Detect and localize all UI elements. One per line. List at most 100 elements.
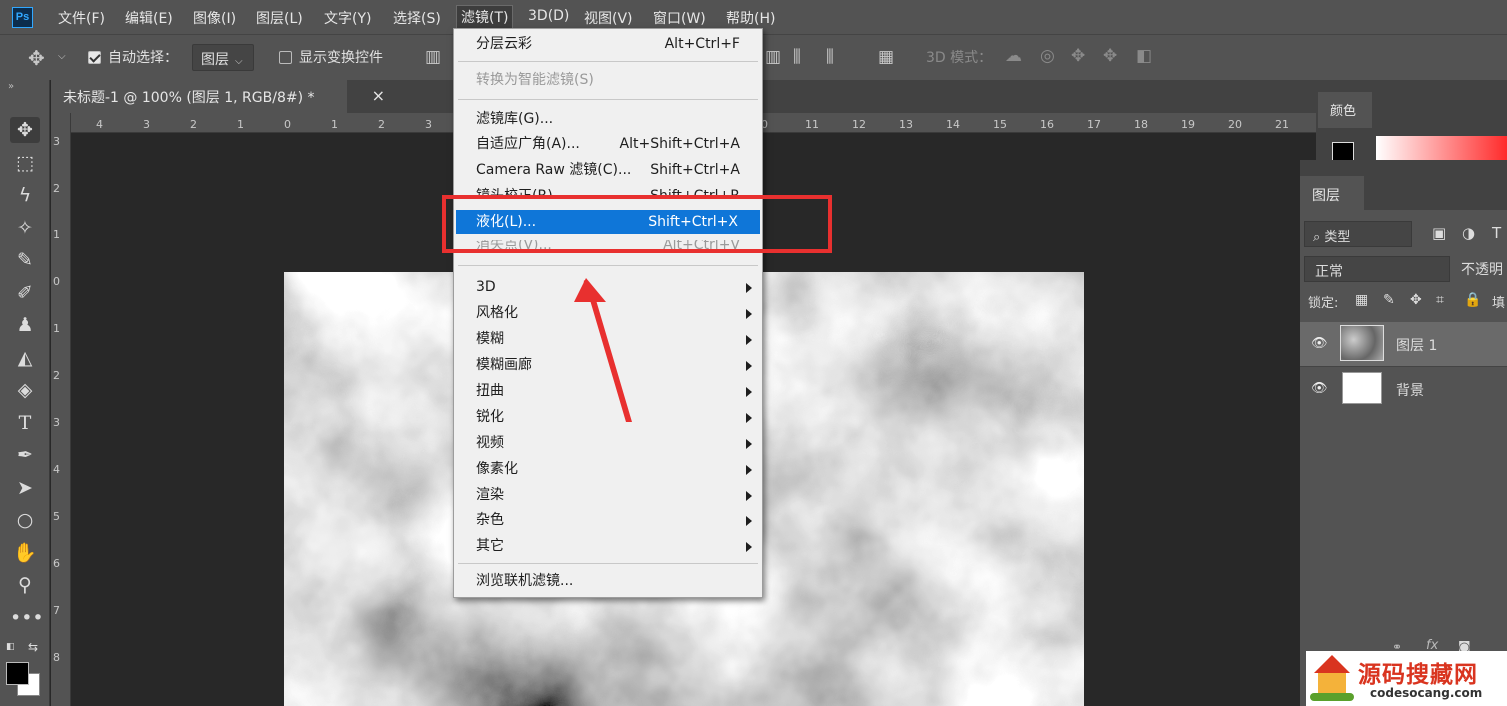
menu-file[interactable]: 文件(F) xyxy=(58,8,105,28)
eraser-tool-icon[interactable]: ◭ xyxy=(10,345,40,371)
watermark-url: codesocang.com xyxy=(1370,686,1483,700)
menu-item-browse-filters-online[interactable]: 浏览联机滤镜... xyxy=(454,569,762,593)
foreground-color-swatch[interactable] xyxy=(6,662,29,685)
eye-icon[interactable]: 👁 xyxy=(1311,381,1328,396)
menu-select[interactable]: 选择(S) xyxy=(393,8,441,28)
layer-thumbnail xyxy=(1340,325,1384,361)
auto-align-icon[interactable]: ▦ xyxy=(878,49,894,66)
menu-type[interactable]: 文字(Y) xyxy=(324,8,371,28)
layer-row-background[interactable]: 👁 背景 xyxy=(1300,366,1507,410)
eyedropper-tool-icon[interactable]: ✎ xyxy=(10,247,40,273)
menu-help[interactable]: 帮助(H) xyxy=(726,8,775,28)
menu-item-label: 像素化 xyxy=(476,461,518,477)
show-transform-checkbox[interactable] xyxy=(279,51,292,64)
distribute-bottom-icon[interactable]: ⫼ xyxy=(826,49,834,66)
menu-item-filter-gallery[interactable]: 滤镜库(G)... xyxy=(454,107,762,131)
type-tool-icon[interactable]: T xyxy=(10,410,40,436)
lock-position-icon[interactable]: ✥ xyxy=(1410,292,1422,308)
menu-filter[interactable]: 滤镜(T) xyxy=(456,5,514,29)
lock-artboard-icon[interactable]: ⌗ xyxy=(1436,292,1444,308)
menu-item-label: Camera Raw 滤镜(C)... xyxy=(476,162,632,178)
marquee-tool-icon[interactable]: ⬚ xyxy=(10,150,40,176)
lock-transparent-icon[interactable]: ▦ xyxy=(1355,292,1368,308)
menu-item-shortcut: Shift+Ctrl+A xyxy=(650,162,740,178)
layers-tab[interactable]: 图层 xyxy=(1300,176,1364,210)
menu-window[interactable]: 窗口(W) xyxy=(653,8,706,28)
auto-select-dropdown[interactable]: 图层 ⌵ xyxy=(192,44,254,71)
menu-item-label: 转换为智能滤镜(S) xyxy=(476,72,594,88)
menu-item-render[interactable]: 渲染 xyxy=(454,483,762,507)
default-colors-icon[interactable]: ◧ xyxy=(6,642,16,652)
document-tab[interactable]: 未标题-1 @ 100% (图层 1, RGB/8#) * × xyxy=(51,80,385,113)
menu-3d[interactable]: 3D(D) xyxy=(528,8,569,24)
layer-filter-dropdown[interactable]: ⌕ 类型 xyxy=(1304,221,1412,247)
type-filter-icon[interactable]: T xyxy=(1492,224,1501,242)
ruler-tick: 0 xyxy=(53,275,60,288)
auto-select-checkbox[interactable] xyxy=(88,51,101,64)
3d-roll-icon[interactable]: ◎ xyxy=(1040,48,1055,65)
pen-tool-icon[interactable]: ✒ xyxy=(10,442,40,468)
ruler-tick: 3 xyxy=(143,118,150,131)
eye-icon[interactable]: 👁 xyxy=(1311,336,1328,351)
image-filter-icon[interactable]: ▣ xyxy=(1432,224,1446,242)
ruler-tick: 3 xyxy=(53,135,60,148)
document-title: 未标题-1 @ 100% (图层 1, RGB/8#) * xyxy=(63,90,315,106)
ruler-tick: 19 xyxy=(1181,118,1195,131)
menu-item-label: 滤镜库(G)... xyxy=(476,111,554,127)
path-select-tool-icon[interactable]: ➤ xyxy=(10,475,40,501)
menu-item-camera-raw[interactable]: Camera Raw 滤镜(C)... Shift+Ctrl+A xyxy=(454,158,762,182)
adjustment-filter-icon[interactable]: ◑ xyxy=(1462,224,1475,242)
color-tab[interactable]: 颜色 xyxy=(1318,92,1372,128)
menu-layer[interactable]: 图层(L) xyxy=(256,8,303,28)
blend-mode-dropdown[interactable]: 正常 xyxy=(1304,256,1450,282)
3d-pan-icon[interactable]: ✥ xyxy=(1071,48,1085,65)
more-tools-icon[interactable]: ••• xyxy=(10,605,44,631)
3d-scale-icon[interactable]: ◧ xyxy=(1136,48,1152,65)
3d-orbit-icon[interactable]: ☁ xyxy=(1005,48,1022,65)
close-icon[interactable]: × xyxy=(372,86,385,105)
align-icon[interactable]: ▥ xyxy=(765,49,781,66)
ruler-tick: 1 xyxy=(237,118,244,131)
chevron-down-icon[interactable]: ⌵ xyxy=(58,52,66,62)
lasso-tool-icon[interactable]: ϟ xyxy=(10,182,40,208)
color-ramp[interactable] xyxy=(1376,136,1507,160)
ruler-tick: 21 xyxy=(1275,118,1289,131)
zoom-tool-icon[interactable]: ⚲ xyxy=(10,572,40,598)
auto-select-value: 图层 xyxy=(201,52,229,68)
menu-image[interactable]: 图像(I) xyxy=(193,8,236,28)
menu-item-noise[interactable]: 杂色 xyxy=(454,508,762,532)
brush-tool-icon[interactable]: ✐ xyxy=(10,280,40,306)
lock-all-icon[interactable]: 🔒 xyxy=(1464,292,1481,308)
house-logo xyxy=(1310,655,1354,701)
submenu-arrow-icon xyxy=(746,283,752,293)
menu-item-adaptive-wide-angle[interactable]: 自适应广角(A)... Alt+Shift+Ctrl+A xyxy=(454,132,762,156)
lock-image-icon[interactable]: ✎ xyxy=(1383,292,1395,308)
menu-item-pixelate[interactable]: 像素化 xyxy=(454,457,762,481)
swap-colors-icon[interactable]: ⇆ xyxy=(28,640,38,654)
menu-item-other[interactable]: 其它 xyxy=(454,534,762,558)
ruler-tick: 2 xyxy=(378,118,385,131)
ruler-tick: 14 xyxy=(946,118,960,131)
submenu-arrow-icon xyxy=(746,516,752,526)
menu-item-difference-clouds[interactable]: 分层云彩 Alt+Ctrl+F xyxy=(454,32,762,56)
menu-item-video[interactable]: 视频 xyxy=(454,431,762,455)
stamp-tool-icon[interactable]: ♟ xyxy=(10,312,40,338)
3d-slide-icon[interactable]: ✥ xyxy=(1103,48,1117,65)
paint-bucket-tool-icon[interactable]: ◈ xyxy=(10,377,40,403)
ellipse-tool-icon[interactable]: ○ xyxy=(10,507,40,533)
menu-separator xyxy=(458,61,758,62)
layer-row-selected[interactable]: 👁 图层 1 xyxy=(1300,322,1507,366)
hand-tool-icon[interactable]: ✋ xyxy=(10,540,40,566)
photoshop-logo: Ps xyxy=(12,7,33,28)
watermark-title: 源码搜藏网 xyxy=(1358,662,1478,688)
menu-edit[interactable]: 编辑(E) xyxy=(125,8,173,28)
collapse-icon[interactable]: » xyxy=(8,81,14,92)
menu-view[interactable]: 视图(V) xyxy=(584,8,633,28)
menu-separator xyxy=(458,99,758,100)
align-top-icon[interactable]: ▥ xyxy=(425,49,441,66)
move-icon[interactable]: ✥ xyxy=(28,48,45,68)
show-transform-label: 显示变换控件 xyxy=(299,50,383,66)
magic-wand-tool-icon[interactable]: ✧ xyxy=(10,215,40,241)
move-tool-icon[interactable]: ✥ xyxy=(10,117,40,143)
distribute-icon[interactable]: ⫼ xyxy=(793,49,801,66)
